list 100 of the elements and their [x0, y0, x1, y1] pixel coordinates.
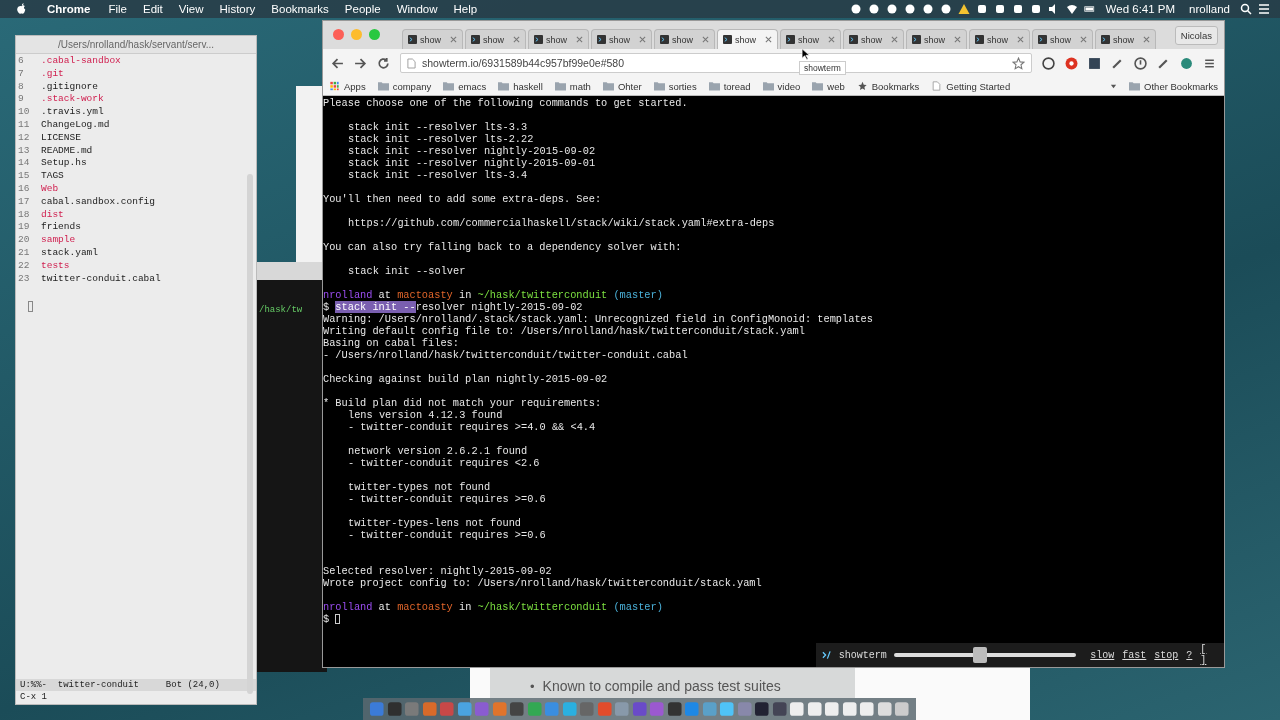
extension-icon[interactable]	[1065, 56, 1078, 70]
app-menu[interactable]: Chrome	[47, 3, 91, 15]
browser-tab[interactable]: show	[717, 29, 778, 49]
forward-icon[interactable]	[354, 56, 367, 70]
bookmark[interactable]: sorties	[653, 80, 697, 92]
reload-icon[interactable]	[377, 56, 390, 70]
status-icon[interactable]	[975, 3, 988, 15]
app-icon[interactable]	[789, 701, 805, 717]
profile-button[interactable]: Nicolas	[1174, 26, 1218, 45]
app-icon[interactable]	[806, 701, 823, 717]
status-icon[interactable]	[849, 3, 862, 15]
browser-tab[interactable]: show	[465, 29, 526, 49]
browser-tab[interactable]: show	[1095, 29, 1156, 49]
menu-item[interactable]: People	[344, 3, 381, 15]
browser-tab[interactable]: show	[528, 29, 589, 49]
close-icon[interactable]	[450, 36, 457, 43]
app-icon[interactable]	[421, 701, 438, 717]
browser-tab[interactable]: show	[591, 29, 652, 49]
app-icon[interactable]	[824, 701, 840, 717]
browser-tab[interactable]: show	[780, 29, 841, 49]
bookmark[interactable]: toread	[708, 80, 751, 92]
menu-item[interactable]: Edit	[143, 3, 163, 15]
menu-icon[interactable]	[1203, 56, 1216, 70]
menu-item[interactable]: View	[178, 3, 204, 15]
extension-icon[interactable]	[1180, 56, 1193, 70]
speed-slider[interactable]	[893, 647, 1077, 663]
menu-item[interactable]: Window	[396, 3, 438, 15]
app-icon[interactable]	[894, 701, 910, 717]
warning-icon[interactable]	[957, 3, 970, 15]
close-icon[interactable]	[639, 36, 646, 43]
app-icon[interactable]	[876, 701, 893, 717]
app-icon[interactable]	[666, 701, 683, 717]
close-icon[interactable]	[513, 36, 520, 43]
menu-item[interactable]: Bookmarks	[271, 3, 329, 15]
bookmark[interactable]: Getting Started	[931, 80, 1011, 92]
status-icon[interactable]	[867, 3, 880, 15]
menu-item[interactable]: File	[108, 3, 127, 15]
close-window-icon[interactable]	[333, 29, 344, 40]
status-icon[interactable]	[1011, 3, 1024, 15]
list-icon[interactable]	[1258, 3, 1270, 15]
bookmark[interactable]: video	[762, 80, 801, 92]
status-icon[interactable]	[993, 3, 1006, 15]
status-icon[interactable]	[1029, 3, 1042, 15]
app-icon[interactable]	[456, 701, 473, 717]
back-icon[interactable]	[331, 56, 344, 70]
app-icon[interactable]	[771, 701, 788, 717]
app-icon[interactable]	[561, 701, 578, 717]
close-icon[interactable]	[1017, 36, 1024, 43]
menu-item[interactable]: Help	[453, 3, 478, 15]
player-link[interactable]: fast	[1122, 649, 1147, 661]
browser-tab[interactable]: show	[402, 29, 463, 49]
wifi-icon[interactable]	[1065, 3, 1078, 15]
extension-icon[interactable]	[1088, 56, 1101, 70]
menu-clock[interactable]: Wed 6:41 PM	[1105, 3, 1176, 15]
status-icon[interactable]	[939, 3, 952, 15]
status-icon[interactable]	[903, 3, 916, 15]
browser-tab[interactable]: show	[969, 29, 1030, 49]
star-icon[interactable]	[1012, 56, 1025, 70]
app-icon[interactable]	[386, 701, 403, 717]
close-icon[interactable]	[1143, 36, 1150, 43]
app-icon[interactable]	[509, 701, 525, 717]
app-icon[interactable]	[859, 701, 875, 717]
close-icon[interactable]	[702, 36, 709, 43]
close-icon[interactable]	[828, 36, 835, 43]
player-link[interactable]: ?	[1186, 649, 1193, 661]
close-icon[interactable]	[765, 36, 772, 43]
bookmark[interactable]: Ohter	[602, 80, 642, 92]
close-icon[interactable]	[1080, 36, 1087, 43]
chevron-icon[interactable]	[1110, 82, 1118, 90]
extension-icon[interactable]	[1134, 56, 1147, 70]
app-icon[interactable]	[841, 701, 858, 717]
browser-tab[interactable]: show	[1032, 29, 1093, 49]
bookmark[interactable]: Apps	[329, 80, 366, 92]
browser-tab[interactable]: show	[654, 29, 715, 49]
close-icon[interactable]	[954, 36, 961, 43]
bookmark[interactable]: emacs	[443, 80, 487, 92]
browser-tab[interactable]: show	[906, 29, 967, 49]
browser-tab[interactable]: show	[843, 29, 904, 49]
extension-icon[interactable]	[1042, 56, 1055, 70]
battery-icon[interactable]	[1083, 3, 1096, 15]
close-icon[interactable]	[891, 36, 898, 43]
apple-icon[interactable]	[16, 2, 27, 16]
bookmark[interactable]: Bookmarks	[856, 80, 920, 92]
app-icon[interactable]	[719, 701, 735, 717]
player-link[interactable]: [ ]	[1200, 644, 1218, 666]
user-name[interactable]: nrolland	[1189, 3, 1230, 15]
app-icon[interactable]	[754, 701, 770, 717]
bookmark[interactable]: Other Bookmarks	[1129, 80, 1218, 92]
status-icon[interactable]	[885, 3, 898, 15]
search-icon[interactable]	[1240, 3, 1252, 15]
close-icon[interactable]	[576, 36, 583, 43]
status-icon[interactable]	[921, 3, 934, 15]
bookmark[interactable]: haskell	[498, 80, 543, 92]
player-link[interactable]: stop	[1154, 649, 1179, 661]
bookmark[interactable]: company	[377, 80, 432, 92]
menu-item[interactable]: History	[219, 3, 256, 15]
scroll-bar[interactable]	[247, 174, 253, 694]
bookmark[interactable]: math	[554, 80, 591, 92]
player-link[interactable]: slow	[1090, 649, 1115, 661]
slider-thumb[interactable]	[972, 647, 987, 663]
